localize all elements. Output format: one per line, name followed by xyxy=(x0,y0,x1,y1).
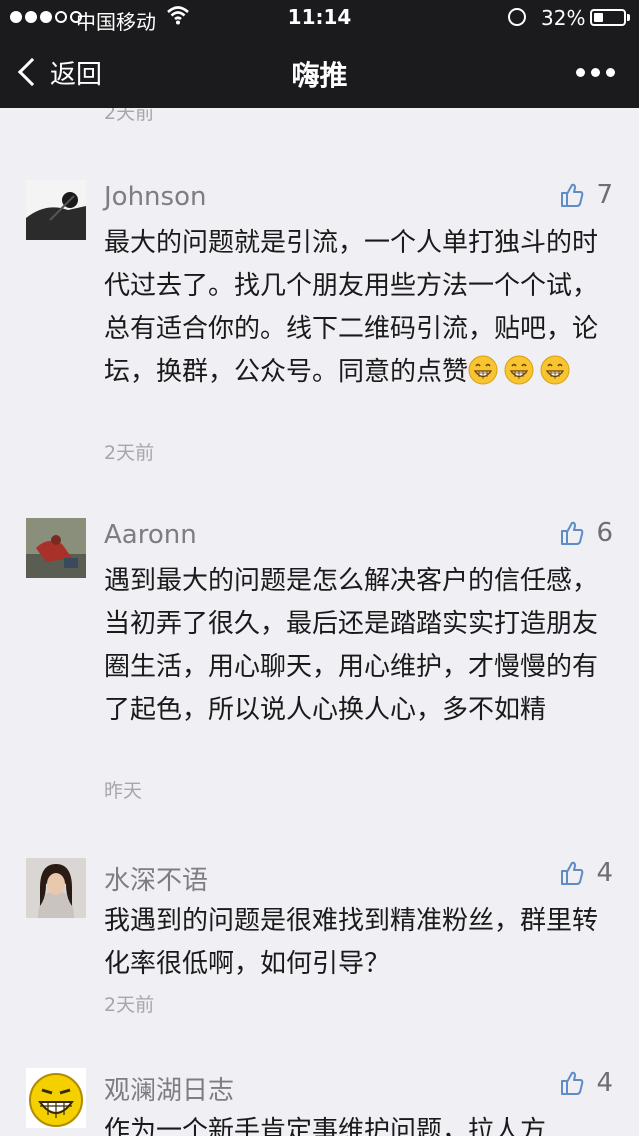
grin-emoji-icon xyxy=(540,355,570,385)
commenter-name[interactable]: Johnson xyxy=(104,182,206,212)
page-title: 嗨推 xyxy=(291,59,348,92)
top-bar: 中国移动 11:14 32% 返回 嗨推 xyxy=(0,0,639,108)
like-count: 4 xyxy=(596,858,613,888)
more-dot-icon xyxy=(576,68,585,77)
thumbs-up-icon xyxy=(561,183,584,207)
comment-text: 作为一个新手肯定事维护问题，拉人方 xyxy=(104,1116,547,1136)
orientation-lock-icon xyxy=(508,8,526,26)
like-button[interactable]: 4 xyxy=(560,858,613,888)
like-count: 4 xyxy=(596,1068,613,1098)
comment-time: 2天前 xyxy=(104,994,155,1016)
commenter-name[interactable]: 观澜湖日志 xyxy=(104,1070,234,1107)
comment-time: 昨天 xyxy=(104,780,143,802)
comment-time: 2天前 xyxy=(104,442,155,464)
like-button[interactable]: 6 xyxy=(560,518,613,548)
avatar[interactable] xyxy=(26,1068,86,1128)
grin-emoji-icon xyxy=(468,355,498,385)
comment-feed[interactable]: 2天前 Johnson 7 最大的问题就是引流，一个人单打独斗的时代过去了。找几… xyxy=(0,108,639,1136)
thumbs-up-icon xyxy=(561,521,584,545)
emoji-group xyxy=(468,355,576,387)
thumbs-up-icon xyxy=(561,861,584,885)
commenter-name[interactable]: 水深不语 xyxy=(104,860,208,897)
status-bar: 中国移动 11:14 32% xyxy=(0,0,639,36)
avatar[interactable] xyxy=(26,180,86,240)
comment-text: 最大的问题就是引流，一个人单打独斗的时代过去了。找几个朋友用些方法一个个试，总有… xyxy=(104,222,604,394)
previous-comment-time: 2天前 xyxy=(104,108,155,124)
more-dot-icon xyxy=(591,68,600,77)
like-button[interactable]: 7 xyxy=(560,180,613,210)
more-options-button[interactable] xyxy=(576,68,615,77)
avatar[interactable] xyxy=(26,518,86,578)
comment-text: 我遇到的问题是很难找到精准粉丝，群里转化率很低啊，如何引导？ xyxy=(104,906,599,979)
like-count: 6 xyxy=(596,518,613,548)
battery-percentage: 32% xyxy=(541,6,586,30)
more-dot-icon xyxy=(606,68,615,77)
thumbs-up-icon xyxy=(561,1071,584,1095)
avatar[interactable] xyxy=(26,858,86,918)
battery-tip xyxy=(627,14,630,21)
like-button[interactable]: 4 xyxy=(560,1068,613,1098)
battery-icon xyxy=(590,9,626,26)
like-count: 7 xyxy=(596,180,613,210)
comment-text: 遇到最大的问题是怎么解决客户的信任感，当初弄了很久，最后还是踏踏实实打造朋友圈生… xyxy=(104,566,599,725)
grin-emoji-icon xyxy=(504,355,534,385)
commenter-name[interactable]: Aaronn xyxy=(104,520,197,550)
